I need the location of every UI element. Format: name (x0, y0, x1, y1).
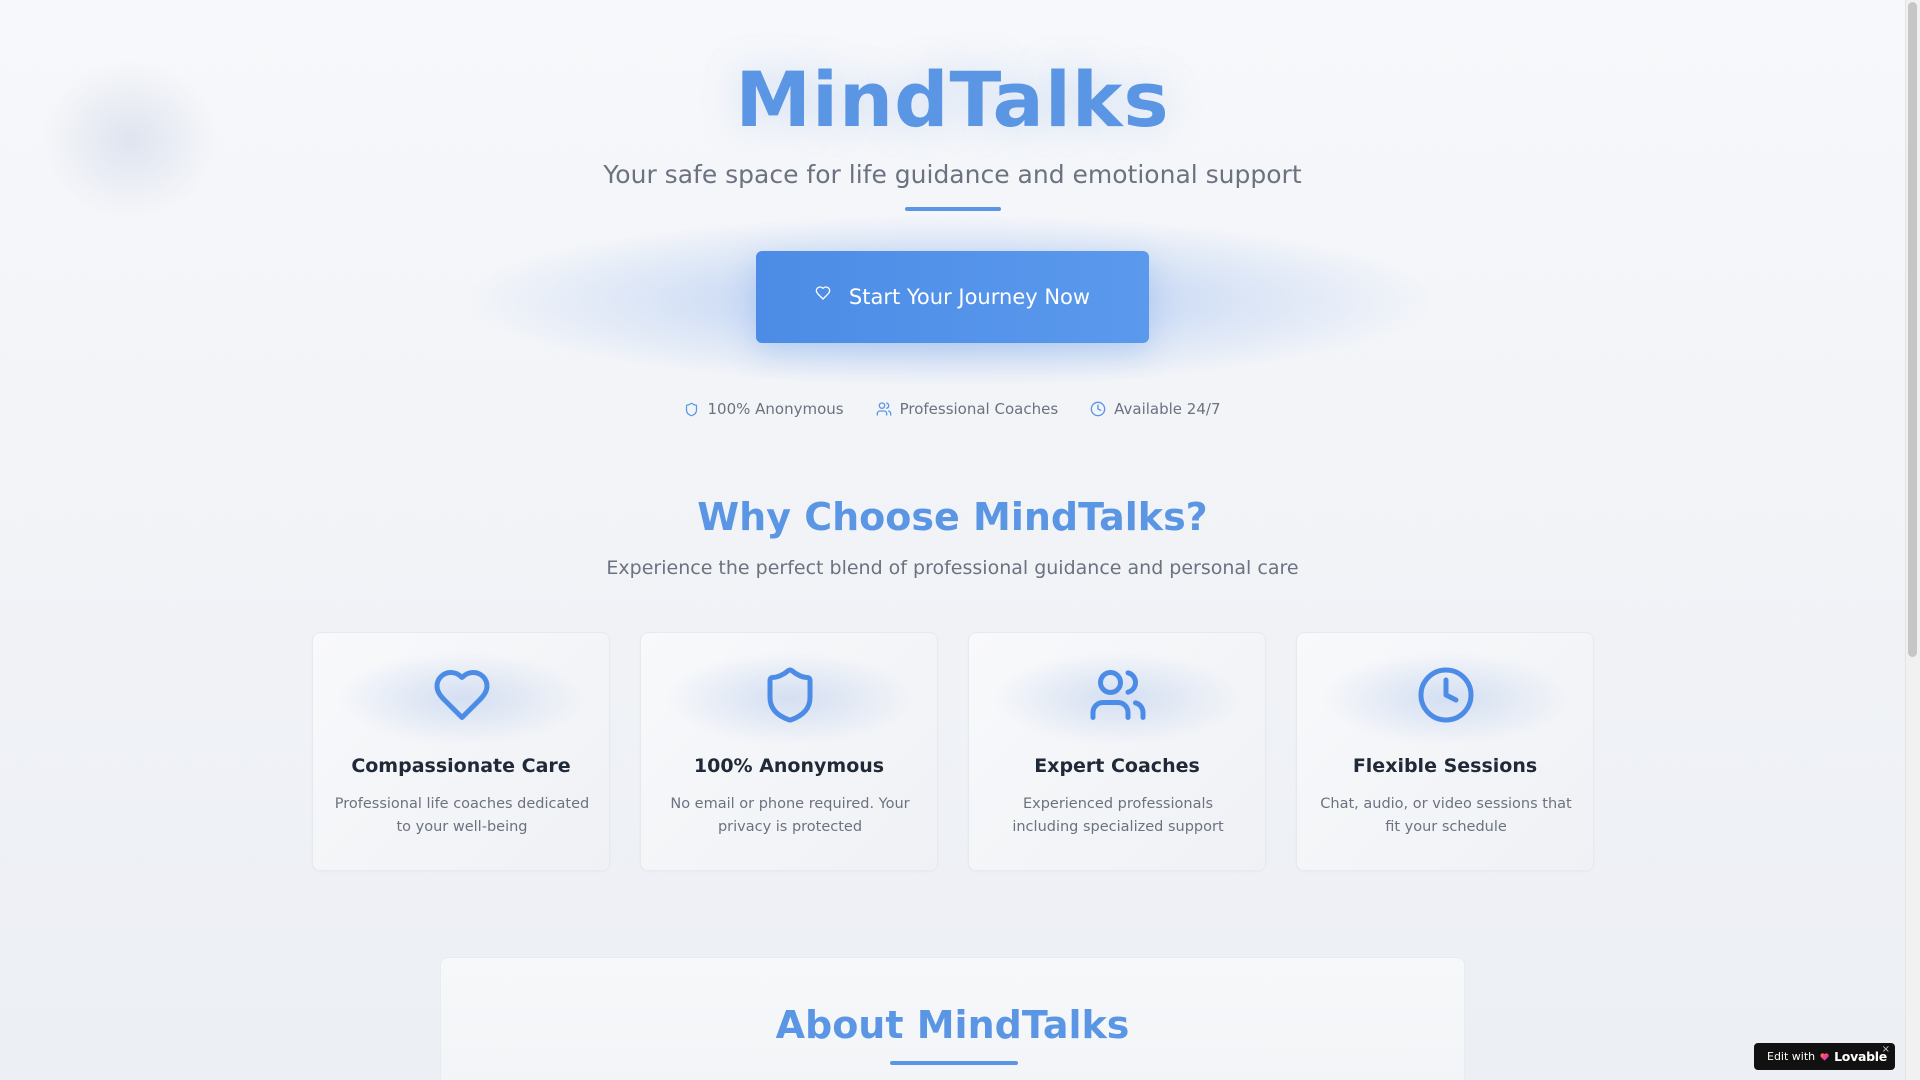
card-title: 100% Anonymous (693, 755, 885, 777)
lovable-logo-icon (1820, 1053, 1829, 1061)
card-title: Expert Coaches (1034, 755, 1200, 777)
start-journey-button[interactable]: Start Your Journey Now (756, 251, 1149, 343)
scrollbar-thumb[interactable] (1908, 2, 1917, 657)
feature-card-compassionate-care: Compassionate Care Professional life coa… (312, 632, 610, 871)
lovable-prefix: Edit with (1767, 1050, 1816, 1063)
users-icon (876, 402, 891, 416)
start-journey-label: Start Your Journey Now (848, 285, 1091, 309)
card-description: Chat, audio, or video sessions that fit … (1320, 796, 1572, 835)
close-icon[interactable]: × (1882, 1044, 1890, 1055)
trust-badges: 100% Anonymous Professional Coaches Avai… (0, 400, 1905, 418)
feature-card-expert-coaches: Expert Coaches Experienced professionals… (968, 632, 1266, 871)
badge-label: 100% Anonymous (707, 400, 844, 418)
vertical-scrollbar[interactable] (1905, 0, 1920, 1080)
badge-availability: Available 24/7 (1090, 400, 1221, 418)
card-title: Compassionate Care (351, 755, 571, 777)
card-title: Flexible Sessions (1352, 755, 1538, 777)
clock-icon (1418, 667, 1474, 723)
card-description: Experienced professionals including spec… (1012, 796, 1224, 835)
badge-label: Available 24/7 (1114, 400, 1221, 418)
heart-icon (434, 670, 490, 720)
card-description: No email or phone required. Your privacy… (670, 796, 910, 835)
features-title: Why Choose MindTalks? (697, 495, 1208, 539)
feature-card-flexible-sessions: Flexible Sessions Chat, audio, or video … (1296, 632, 1594, 871)
card-description: Professional life coaches dedicated to y… (334, 796, 590, 835)
hero-title: MindTalks (735, 55, 1170, 144)
clock-icon (1090, 401, 1106, 417)
shield-icon (767, 667, 813, 723)
hero-divider (905, 207, 1001, 211)
heart-icon (815, 286, 831, 300)
feature-card-anonymous: 100% Anonymous No email or phone require… (640, 632, 938, 871)
features-subtitle: Experience the perfect blend of professi… (606, 557, 1299, 579)
badge-anonymous: 100% Anonymous (684, 400, 844, 418)
shield-icon (686, 402, 698, 416)
feature-cards: Compassionate Care Professional life coa… (312, 632, 1594, 871)
hero-subtitle: Your safe space for life guidance and em… (603, 160, 1302, 189)
edit-with-lovable-badge[interactable]: Edit with Lovable × (1754, 1043, 1895, 1070)
lovable-brand: Lovable (1834, 1049, 1887, 1064)
about-section: About MindTalks (440, 957, 1465, 1080)
landing-page: MindTalks Your safe space for life guida… (0, 0, 1905, 1080)
about-divider (890, 1061, 1018, 1065)
about-title: About MindTalks (775, 1003, 1130, 1047)
users-icon (1090, 670, 1146, 720)
badge-coaches: Professional Coaches (876, 400, 1059, 418)
badge-label: Professional Coaches (899, 400, 1059, 418)
